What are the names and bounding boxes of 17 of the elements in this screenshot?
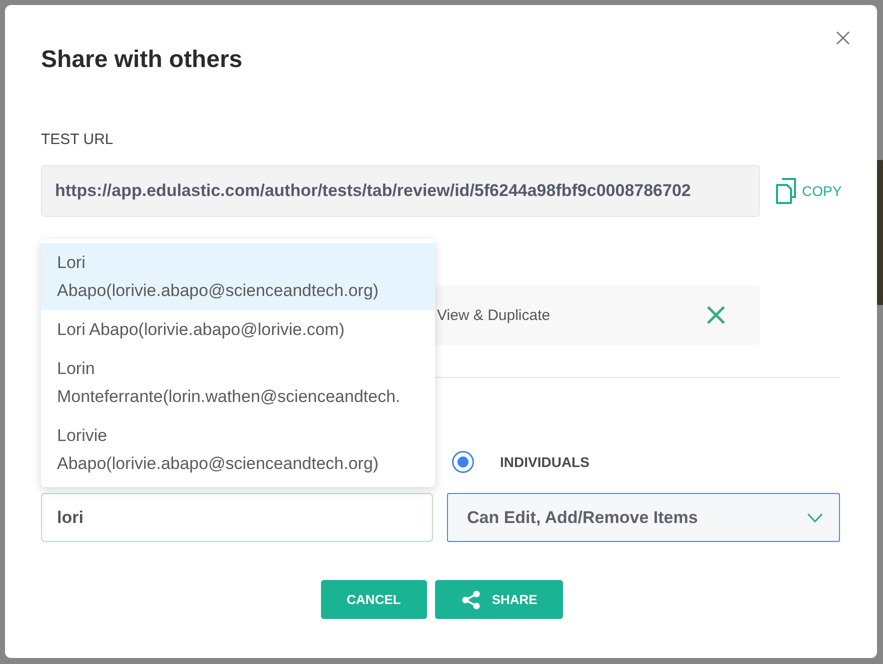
suggestion-item[interactable]: Lori Abapo(lorivie.abapo@lorivie.com)	[41, 310, 435, 349]
suggestion-item[interactable]: Lorivie Abapo(lorivie.abapo@scienceandtech.org)	[41, 416, 435, 483]
close-icon[interactable]	[836, 31, 850, 45]
suggestion-item[interactable]: Lori Abapo(lorivie.abapo@scienceandtech.org)	[41, 243, 435, 310]
permission-select[interactable]: Can Edit, Add/Remove Items	[447, 493, 840, 542]
share-icon	[460, 590, 481, 610]
search-field[interactable]: lori	[41, 493, 433, 542]
dialog-title: Share with others	[41, 45, 242, 74]
field-label: TEST URL	[41, 131, 114, 149]
permission-text: View & Duplicate	[437, 306, 550, 324]
url-field[interactable]: https://app.edulastic.com/author/tests/tab/review/id/5f6244a98fbf9c0008786702	[41, 165, 760, 217]
suggestion-item[interactable]: Lorin Monteferrante(lorin.wathen@scienceandtech.	[41, 349, 435, 416]
copy-icon	[775, 178, 797, 204]
radio-label: INDIVIDUALS	[500, 454, 590, 470]
cross-icon[interactable]	[706, 305, 726, 325]
radio-button[interactable]	[452, 451, 474, 473]
chevron-icon	[807, 512, 823, 522]
